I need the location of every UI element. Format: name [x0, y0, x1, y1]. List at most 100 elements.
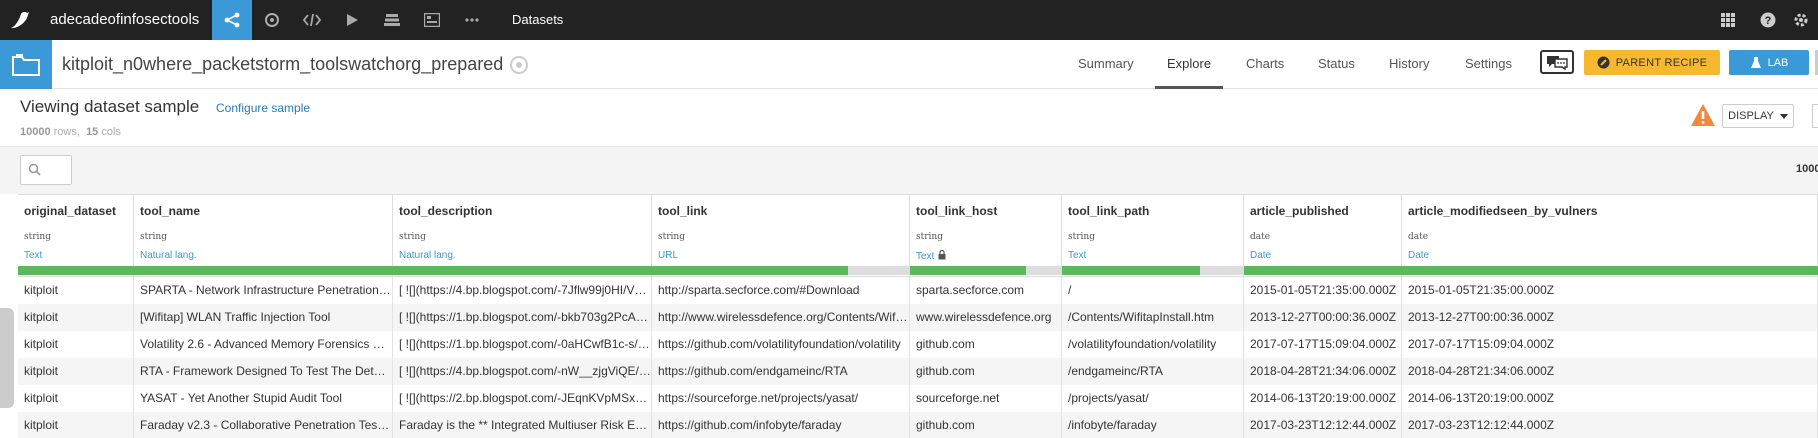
lab-button[interactable]: LAB — [1729, 50, 1809, 75]
side-scroll-handle[interactable] — [0, 308, 14, 408]
project-name[interactable]: adecadeofinfosectools — [50, 11, 199, 28]
table-cell[interactable]: https://github.com/infobyte/faraday — [652, 412, 910, 438]
column-header[interactable]: tool_link string URL — [652, 194, 910, 276]
tab-charts[interactable]: Charts — [1246, 56, 1284, 71]
table-cell[interactable]: http://sparta.secforce.com/#Download — [652, 277, 910, 304]
table-cell[interactable]: github.com — [910, 358, 1062, 385]
table-row[interactable]: kitploit SPARTA - Network Infrastructure … — [18, 277, 1818, 304]
display-dropdown[interactable]: DISPLAY — [1722, 104, 1794, 128]
table-cell[interactable]: /infobyte/faraday — [1062, 412, 1244, 438]
column-name[interactable]: tool_name — [140, 204, 200, 218]
more-icon[interactable] — [452, 0, 492, 40]
table-cell[interactable]: [ ![](https://1.bp.blogspot.com/-0aHCwfB… — [393, 331, 652, 358]
apps-grid-icon[interactable] — [1711, 0, 1745, 40]
table-cell[interactable]: SPARTA - Network Infrastructure Penetrat… — [134, 277, 393, 304]
tab-summary[interactable]: Summary — [1078, 56, 1134, 71]
validity-bar[interactable] — [1244, 266, 1402, 275]
validity-bar[interactable] — [652, 266, 910, 275]
table-cell[interactable]: Faraday is the ** Integrated Multiuser R… — [393, 412, 652, 438]
tab-explore[interactable]: Explore — [1167, 56, 1211, 71]
table-cell[interactable]: 2014-06-13T20:19:00.000Z — [1402, 385, 1818, 412]
column-meaning[interactable]: Date — [1250, 250, 1271, 261]
column-header[interactable]: tool_link_host string Text — [910, 194, 1062, 276]
table-cell[interactable]: 2017-03-23T12:12:44.000Z — [1244, 412, 1402, 438]
dataiku-bird-logo[interactable] — [8, 8, 32, 32]
column-header[interactable]: tool_link_path string Text — [1062, 194, 1244, 276]
column-meaning[interactable]: Date — [1408, 250, 1429, 261]
table-cell[interactable]: kitploit — [18, 412, 134, 438]
validity-bar[interactable] — [1402, 266, 1818, 275]
table-row[interactable]: kitploit [Wifitap] WLAN Traffic Injection… — [18, 304, 1818, 331]
configure-sample-link[interactable]: Configure sample — [216, 101, 310, 115]
table-cell[interactable]: [ ![](https://4.bp.blogspot.com/-nW__zjg… — [393, 358, 652, 385]
tab-history[interactable]: History — [1389, 56, 1429, 71]
column-header[interactable]: original_dataset string Text — [18, 194, 134, 276]
table-cell[interactable]: 2015-01-05T21:35:00.000Z — [1244, 277, 1402, 304]
table-cell[interactable]: https://github.com/volatilityfoundation/… — [652, 331, 910, 358]
table-cell[interactable]: 2015-01-05T21:35:00.000Z — [1402, 277, 1818, 304]
table-cell[interactable]: 2013-12-27T00:00:36.000Z — [1244, 304, 1402, 331]
table-cell[interactable]: /Contents/WifitapInstall.htm — [1062, 304, 1244, 331]
table-cell[interactable]: [ ![](https://1.bp.blogspot.com/-bkb703g… — [393, 304, 652, 331]
stack-icon[interactable] — [372, 0, 412, 40]
table-cell[interactable]: github.com — [910, 331, 1062, 358]
table-cell[interactable]: 2017-03-23T12:12:44.000Z — [1402, 412, 1818, 438]
recycle-icon[interactable] — [252, 0, 292, 40]
table-row[interactable]: kitploit Volatility 2.6 - Advanced Memory… — [18, 331, 1818, 358]
table-cell[interactable]: [ ![](https://4.bp.blogspot.com/-7Jflw99… — [393, 277, 652, 304]
table-cell[interactable]: [Wifitap] WLAN Traffic Injection Tool — [134, 304, 393, 331]
validity-bar[interactable] — [1062, 266, 1244, 275]
play-icon[interactable] — [332, 0, 372, 40]
column-name[interactable]: article_modifiedseen_by_vulners — [1408, 204, 1597, 218]
table-cell[interactable]: Volatility 2.6 - Advanced Memory Forensi… — [134, 331, 393, 358]
validity-bar[interactable] — [393, 266, 652, 275]
table-cell[interactable]: kitploit — [18, 358, 134, 385]
parent-recipe-button[interactable]: PARENT RECIPE — [1584, 50, 1720, 75]
table-cell[interactable]: kitploit — [18, 385, 134, 412]
column-name[interactable]: original_dataset — [24, 204, 116, 218]
settings-icon[interactable] — [1784, 0, 1818, 40]
column-name[interactable]: tool_link_path — [1068, 204, 1149, 218]
table-cell[interactable]: [ ![](https://2.bp.blogspot.com/-JEqnKVp… — [393, 385, 652, 412]
column-meaning[interactable]: Natural lang. — [399, 250, 456, 261]
table-cell[interactable]: https://github.com/endgameinc/RTA — [652, 358, 910, 385]
table-cell[interactable]: 2014-06-13T20:19:00.000Z — [1244, 385, 1402, 412]
table-cell[interactable]: github.com — [910, 412, 1062, 438]
discussions-button[interactable] — [1540, 50, 1574, 74]
table-cell[interactable]: kitploit — [18, 304, 134, 331]
table-cell[interactable]: YASAT - Yet Another Stupid Audit Tool — [134, 385, 393, 412]
table-cell[interactable]: 2018-04-28T21:34:06.000Z — [1244, 358, 1402, 385]
table-cell[interactable]: 2018-04-28T21:34:06.000Z — [1402, 358, 1818, 385]
column-meaning[interactable]: Text — [916, 250, 946, 262]
warning-icon[interactable] — [1690, 103, 1716, 127]
table-cell[interactable]: /endgameinc/RTA — [1062, 358, 1244, 385]
table-cell[interactable]: RTA - Framework Designed To Test The Det… — [134, 358, 393, 385]
search-input[interactable] — [20, 155, 72, 185]
column-name[interactable]: tool_description — [399, 204, 492, 218]
column-header[interactable]: tool_name string Natural lang. — [134, 194, 393, 276]
table-cell[interactable]: kitploit — [18, 331, 134, 358]
table-cell[interactable]: 2013-12-27T00:00:36.000Z — [1402, 304, 1818, 331]
code-icon[interactable] — [292, 0, 332, 40]
column-header[interactable]: tool_description string Natural lang. — [393, 194, 652, 276]
validity-bar[interactable] — [134, 266, 393, 275]
column-meaning[interactable]: URL — [658, 250, 678, 261]
dashboard-icon[interactable] — [412, 0, 452, 40]
current-section[interactable]: Datasets — [512, 12, 563, 27]
column-meaning[interactable]: Text — [1068, 250, 1086, 261]
dataset-info-icon[interactable] — [510, 56, 528, 74]
table-cell[interactable]: 2017-07-17T15:09:04.000Z — [1244, 331, 1402, 358]
column-header[interactable]: article_modifiedseen_by_vulners date Date — [1402, 194, 1818, 276]
table-cell[interactable]: sparta.secforce.com — [910, 277, 1062, 304]
validity-bar[interactable] — [910, 266, 1062, 275]
table-cell[interactable]: Faraday v2.3 - Collaborative Penetration… — [134, 412, 393, 438]
table-cell[interactable]: www.wirelessdefence.org — [910, 304, 1062, 331]
table-cell[interactable]: kitploit — [18, 277, 134, 304]
table-cell[interactable]: http://www.wirelessdefence.org/Contents/… — [652, 304, 910, 331]
tab-settings[interactable]: Settings — [1465, 56, 1512, 71]
table-cell[interactable]: / — [1062, 277, 1244, 304]
column-name[interactable]: tool_link — [658, 204, 707, 218]
validity-bar[interactable] — [18, 266, 134, 275]
column-name[interactable]: tool_link_host — [916, 204, 997, 218]
table-row[interactable]: kitploit YASAT - Yet Another Stupid Audit… — [18, 385, 1818, 412]
